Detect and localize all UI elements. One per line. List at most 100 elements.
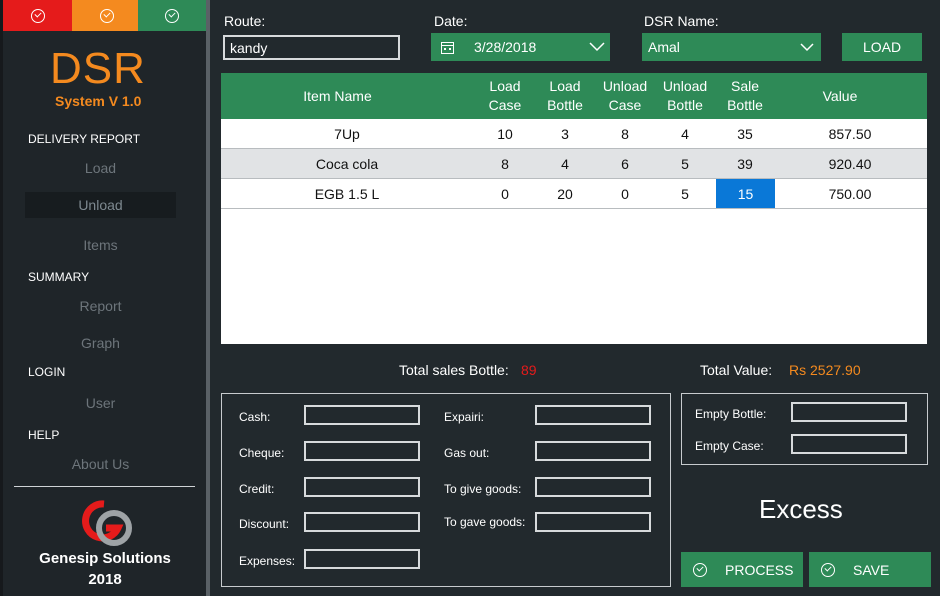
items-grid: Item Name Load Case Load Bottle Unload C… xyxy=(221,73,927,344)
to-gave-goods-input[interactable] xyxy=(535,512,651,532)
nav-report[interactable]: Report xyxy=(25,293,176,319)
cash-label: Cash: xyxy=(239,410,271,424)
table-row[interactable]: 7Up 10 3 8 4 35 857.50 xyxy=(221,119,927,149)
top-button-orange[interactable] xyxy=(72,0,141,31)
check-circle-icon xyxy=(99,8,114,23)
column-header[interactable]: Sale Bottle xyxy=(715,73,775,119)
check-circle-icon xyxy=(30,8,45,23)
check-circle-icon xyxy=(821,562,835,577)
dsr-name-select[interactable]: Amal xyxy=(642,33,821,61)
cash-input[interactable] xyxy=(304,405,420,425)
cell-item-name[interactable]: 7Up xyxy=(269,119,425,148)
logo-title: DSR xyxy=(50,44,146,93)
total-value-label: Total Value: xyxy=(700,362,773,378)
cell-load-bottle[interactable]: 3 xyxy=(535,119,595,148)
cell-load-bottle[interactable]: 20 xyxy=(535,179,595,208)
empty-bottle-label: Empty Bottle: xyxy=(695,407,767,421)
discount-label: Discount: xyxy=(239,517,290,531)
nav-user[interactable]: User xyxy=(25,390,176,416)
expairi-input[interactable] xyxy=(535,405,651,425)
column-header[interactable]: Load Case xyxy=(475,73,535,119)
cell-value[interactable]: 920.40 xyxy=(795,149,905,178)
nav-graph[interactable]: Graph xyxy=(25,330,176,356)
check-circle-icon xyxy=(693,562,707,577)
cell-sale-bottle-selected[interactable]: 15 xyxy=(716,179,775,208)
company-year: 2018 xyxy=(88,571,122,588)
cell-load-bottle[interactable]: 4 xyxy=(535,149,595,178)
grid-header: Item Name Load Case Load Bottle Unload C… xyxy=(221,73,927,119)
company-name: Genesip Solutions xyxy=(39,550,171,567)
check-circle-icon xyxy=(165,8,179,23)
save-label: SAVE xyxy=(853,561,890,578)
discount-input[interactable] xyxy=(304,512,420,532)
cell-unload-case[interactable]: 6 xyxy=(595,149,655,178)
top-button-red[interactable] xyxy=(3,0,72,31)
section-delivery-report: DELIVERY REPORT xyxy=(28,132,141,146)
column-header[interactable]: Item Name xyxy=(221,73,454,119)
section-login: LOGIN xyxy=(28,365,66,379)
route-input[interactable]: kandy xyxy=(223,35,400,60)
credit-label: Credit: xyxy=(239,482,275,496)
cell-load-case[interactable]: 8 xyxy=(475,149,535,178)
sidebar-edge xyxy=(0,0,3,596)
cell-unload-bottle[interactable]: 5 xyxy=(655,149,715,178)
date-label: Date: xyxy=(434,13,468,29)
column-header[interactable]: Load Bottle xyxy=(535,73,595,119)
total-sales-bottle-label: Total sales Bottle: xyxy=(399,362,509,378)
save-button[interactable]: SAVE xyxy=(809,552,931,587)
expairi-label: Expairi: xyxy=(444,410,485,424)
cell-unload-bottle[interactable]: 4 xyxy=(655,119,715,148)
cell-sale-bottle[interactable]: 35 xyxy=(715,119,775,148)
calendar-icon xyxy=(441,41,454,54)
nav-unload[interactable]: Unload xyxy=(25,192,176,218)
cheque-label: Cheque: xyxy=(239,446,285,460)
cell-unload-bottle[interactable]: 5 xyxy=(655,179,715,208)
chevron-down-icon xyxy=(800,43,814,52)
to-gave-goods-label: To gave goods: xyxy=(444,515,526,529)
cell-value[interactable]: 857.50 xyxy=(795,119,905,148)
date-value: 3/28/2018 xyxy=(474,39,537,55)
section-help: HELP xyxy=(28,428,60,442)
top-button-green[interactable] xyxy=(138,0,206,31)
cell-unload-case[interactable]: 0 xyxy=(595,179,655,208)
expenses-input[interactable] xyxy=(304,549,420,569)
dsr-name-value: Amal xyxy=(648,39,680,55)
credit-input[interactable] xyxy=(304,477,420,497)
nav-items[interactable]: Items xyxy=(25,232,176,258)
process-button[interactable]: PROCESS xyxy=(681,552,803,587)
cell-sale-bottle[interactable]: 39 xyxy=(715,149,775,178)
excess-label: Excess xyxy=(759,494,843,524)
cell-value[interactable]: 750.00 xyxy=(795,179,905,208)
empty-case-input[interactable] xyxy=(791,434,907,454)
to-give-goods-input[interactable] xyxy=(535,477,651,497)
nav-load[interactable]: Load xyxy=(25,155,176,181)
total-sales-bottle-value: 89 xyxy=(521,362,537,378)
date-picker[interactable]: 3/28/2018 xyxy=(431,33,610,61)
cell-item-name[interactable]: EGB 1.5 L xyxy=(269,179,425,208)
empty-bottle-input[interactable] xyxy=(791,402,907,422)
sidebar: DSR System V 1.0 DELIVERY REPORT Load Un… xyxy=(0,0,206,596)
company-logo-icon xyxy=(82,500,132,546)
sidebar-divider xyxy=(14,486,195,487)
nav-about-us[interactable]: About Us xyxy=(25,451,176,477)
cell-load-case[interactable]: 0 xyxy=(475,179,535,208)
cell-item-name[interactable]: Coca cola xyxy=(269,149,425,178)
cell-unload-case[interactable]: 8 xyxy=(595,119,655,148)
load-button[interactable]: LOAD xyxy=(842,33,922,61)
column-header[interactable]: Unload Bottle xyxy=(655,73,715,119)
cheque-input[interactable] xyxy=(304,441,420,461)
to-give-goods-label: To give goods: xyxy=(444,482,522,496)
column-header[interactable]: Unload Case xyxy=(595,73,655,119)
table-row[interactable]: EGB 1.5 L 0 20 0 5 15 750.00 xyxy=(221,179,927,209)
total-value-amount: Rs 2527.90 xyxy=(789,362,861,378)
cell-load-case[interactable]: 10 xyxy=(475,119,535,148)
expenses-label: Expenses: xyxy=(239,554,296,568)
section-summary: SUMMARY xyxy=(28,270,90,284)
gas-out-input[interactable] xyxy=(535,441,651,461)
process-label: PROCESS xyxy=(725,561,794,578)
column-header[interactable]: Value xyxy=(795,73,885,119)
gas-out-label: Gas out: xyxy=(444,446,490,460)
empty-case-label: Empty Case: xyxy=(695,439,764,453)
route-label: Route: xyxy=(224,13,266,29)
table-row[interactable]: Coca cola 8 4 6 5 39 920.40 xyxy=(221,149,927,179)
